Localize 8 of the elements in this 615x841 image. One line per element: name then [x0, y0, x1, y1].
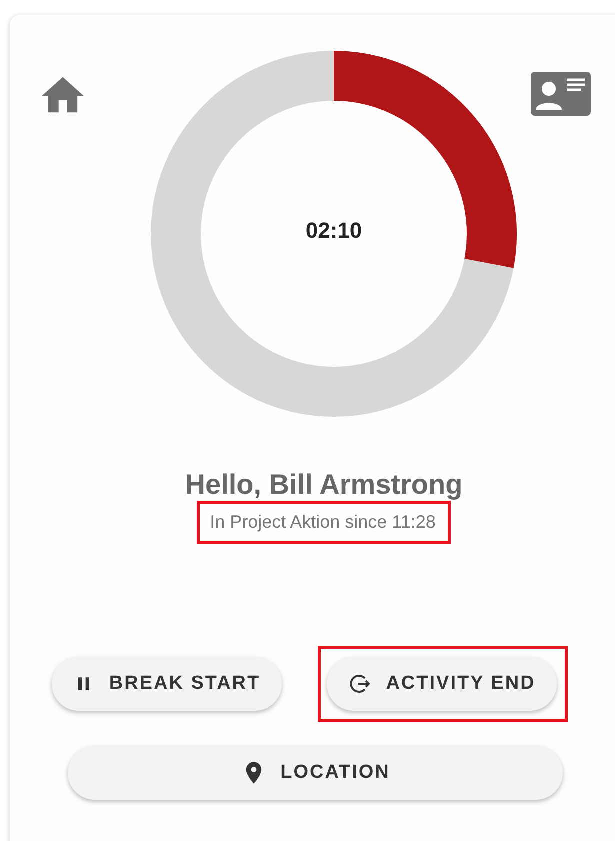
- pause-button[interactable]: BREAK START: [52, 657, 282, 711]
- timer-display: 02:10: [306, 218, 362, 244]
- id-card-icon[interactable]: [531, 72, 591, 116]
- status-text: In Project Aktion since 11:28: [209, 512, 437, 533]
- exit-arrow-icon: [348, 672, 372, 696]
- location-button[interactable]: LOCATION: [68, 746, 563, 800]
- greeting-text: Hello, Bill Armstrong: [184, 469, 464, 501]
- end-button[interactable]: ACTIVITY END: [327, 657, 557, 711]
